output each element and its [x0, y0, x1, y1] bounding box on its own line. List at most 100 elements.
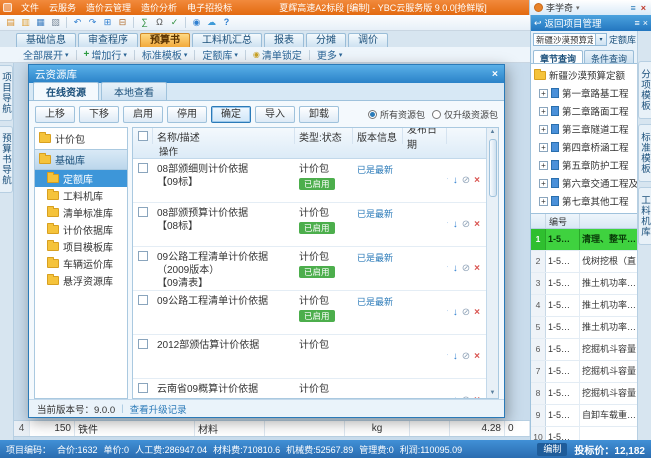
tab-reports[interactable]: 报表 [264, 33, 304, 47]
open-file-icon[interactable]: ▥ [19, 16, 32, 29]
expand-icon[interactable]: + [539, 143, 548, 152]
sum-icon[interactable]: ∑ [138, 16, 151, 29]
side-tab-standard-template[interactable]: 标准模板 [638, 124, 651, 182]
check-icon[interactable]: ✓ [168, 16, 181, 29]
radio-upgrade-only[interactable]: 仅升级资源包 [432, 108, 498, 121]
delete-icon[interactable]: × [474, 307, 480, 319]
menu-cost-analysis[interactable]: 造价分析 [136, 1, 182, 14]
select-all-checkbox[interactable] [138, 131, 148, 141]
grid-row[interactable]: 7 1-5… 挖掘机斗容量… [531, 361, 638, 383]
tree-item-root[interactable]: 新疆沙漠预算定额 [531, 66, 638, 84]
move-up-icon[interactable]: ↑ [447, 351, 449, 363]
close-ic0n[interactable]: × [643, 18, 648, 28]
expand-all-button[interactable]: 全部展开 ▾ [18, 47, 74, 62]
delete-icon[interactable]: × [474, 263, 480, 275]
close-icon[interactable]: × [492, 68, 498, 80]
tree-item-pricing-package[interactable]: 计价包 [35, 128, 127, 149]
tree-item-freight-rate-library[interactable]: 车辆运价库 [35, 255, 127, 272]
user-name[interactable]: 李学奇 [546, 1, 573, 14]
tab-price-adjustment[interactable]: 调价 [348, 33, 388, 47]
tree-item-chapter[interactable]: + 第二章路面工程 [531, 102, 638, 120]
close-icon[interactable]: × [640, 3, 647, 13]
row-checkbox[interactable] [138, 251, 148, 261]
tree-group-base-library[interactable]: 基础库 [35, 149, 127, 170]
tab-condition-query[interactable]: 条件查询 [584, 50, 634, 63]
grid-row[interactable]: 3 1-5… 推土机功率… [531, 273, 638, 295]
menu-cloud-cost-mgmt[interactable]: 造价云管理 [81, 1, 136, 14]
disable-icon[interactable]: ⊘ [462, 219, 470, 231]
grid-row[interactable]: 6 1-5… 挖掘机斗容量… [531, 339, 638, 361]
menu-file[interactable]: 文件 [16, 1, 44, 14]
move-down-icon[interactable]: ↓ [453, 175, 458, 187]
grid-row[interactable]: 9 1-5… 自卸车载重… [531, 405, 638, 427]
tree-item-quota-library[interactable]: 定额库 [35, 170, 127, 187]
move-down-icon[interactable]: ↓ [453, 263, 458, 275]
disable-icon[interactable]: ⊘ [462, 351, 470, 363]
disable-icon[interactable]: ⊘ [462, 175, 470, 187]
delete-icon[interactable]: × [474, 351, 480, 363]
tab-budget-book[interactable]: 预算书 [140, 33, 190, 47]
tab-online-resources[interactable]: 在线资源 [33, 82, 99, 100]
help-icon[interactable]: ? [220, 16, 233, 29]
paste-icon[interactable]: ⊟ [116, 16, 129, 29]
expand-icon[interactable]: + [539, 89, 548, 98]
tab-chapter-query[interactable]: 章节查询 [533, 50, 583, 63]
move-down-icon[interactable]: ↓ [453, 219, 458, 231]
grid-row[interactable]: 4 1-5… 推土机功率… [531, 295, 638, 317]
redo-icon[interactable]: ↷ [86, 16, 99, 29]
chevron-down-icon[interactable]: ▾ [576, 4, 580, 12]
expand-icon[interactable]: + [539, 179, 548, 188]
tab-labor-material-summary[interactable]: 工料机汇总 [192, 33, 262, 47]
resource-row[interactable]: 08部颁细则计价依据 【09标】 计价包 已启用 已是最新 ↑ ↓ ⊘ [133, 159, 486, 203]
tree-item-labor-material-library[interactable]: 工料机库 [35, 187, 127, 204]
confirm-button[interactable]: 确定 [211, 106, 251, 123]
row-checkbox[interactable] [138, 207, 148, 217]
move-up-icon[interactable]: ↑ [447, 219, 449, 231]
move-up-icon[interactable]: ↑ [447, 307, 449, 319]
import-button[interactable]: 导入 [255, 106, 295, 123]
enable-button[interactable]: 启用 [123, 106, 163, 123]
scroll-down-icon[interactable]: ▼ [490, 389, 496, 398]
chevron-down-icon[interactable]: ▾ [595, 34, 606, 45]
resource-row[interactable]: 2012部颁估算计价依据 计价包 ↑ ↓ ⊘ [133, 335, 486, 379]
settings-icon[interactable]: ≡ [629, 3, 636, 13]
tree-item-list-standard-library[interactable]: 清单标准库 [35, 204, 127, 221]
sidebar-item-budget-nav[interactable]: 预算书导航 [0, 126, 13, 193]
tab-apportion[interactable]: 分摊 [306, 33, 346, 47]
move-down-button[interactable]: 下移 [79, 106, 119, 123]
tree-item-chapter[interactable]: + 第一章路基工程 [531, 84, 638, 102]
more-button[interactable]: 更多 ▾ [312, 47, 348, 62]
disable-icon[interactable]: ⊘ [462, 307, 470, 319]
add-row-button[interactable]: + 增加行 ▾ [79, 47, 132, 62]
row-checkbox[interactable] [138, 163, 148, 173]
disable-icon[interactable]: ⊘ [462, 395, 470, 399]
expand-icon[interactable]: + [539, 197, 548, 206]
tree-item-chapter[interactable]: + 第四章桥涵工程 [531, 138, 638, 156]
tree-item-chapter[interactable]: + 第六章交通工程及沿线设施 [531, 174, 638, 192]
return-project-mgmt-button[interactable]: 返回项目管理 [545, 16, 602, 30]
delete-icon[interactable]: × [474, 175, 480, 187]
scrollbar-thumb[interactable] [489, 139, 497, 197]
menu-cloud-service[interactable]: 云服务 [44, 1, 81, 14]
side-tab-labor-material-lib[interactable]: 工料机库 [638, 187, 651, 245]
sidebar-item-project-nav[interactable]: 项目导航 [0, 65, 13, 121]
new-file-icon[interactable]: ▤ [4, 16, 17, 29]
quota-library-button[interactable]: 定额库 ▾ [197, 47, 243, 62]
standard-template-button[interactable]: 标准模板 ▾ [137, 47, 193, 62]
print-icon[interactable]: ▧ [49, 16, 62, 29]
move-down-icon[interactable]: ↓ [453, 395, 458, 399]
copy-icon[interactable]: ⊞ [101, 16, 114, 29]
tree-item-pricing-basis-library[interactable]: 计价依据库 [35, 221, 127, 238]
row-checkbox[interactable] [138, 295, 148, 305]
expand-icon[interactable]: + [539, 125, 548, 134]
lock-icon[interactable]: ◉ [190, 16, 203, 29]
tree-item-project-template-library[interactable]: 项目模板库 [35, 238, 127, 255]
grid-row[interactable]: 5 1-5… 推土机功率… [531, 317, 638, 339]
grid-row[interactable]: 10 1-5… [531, 427, 638, 440]
resource-row[interactable]: 09公路工程清单计价依据 计价包 已启用 已是最新 ↑ ↓ ⊘ [133, 291, 486, 335]
disable-button[interactable]: 停用 [167, 106, 207, 123]
row-checkbox[interactable] [138, 383, 148, 393]
expand-icon[interactable]: + [539, 161, 548, 170]
resource-row[interactable]: 08部颁预算计价依据 【08标】 计价包 已启用 已是最新 ↑ ↓ ⊘ [133, 203, 486, 247]
table-row[interactable]: 4 150 铁件 材料 kg 4.28 0 [14, 420, 530, 437]
